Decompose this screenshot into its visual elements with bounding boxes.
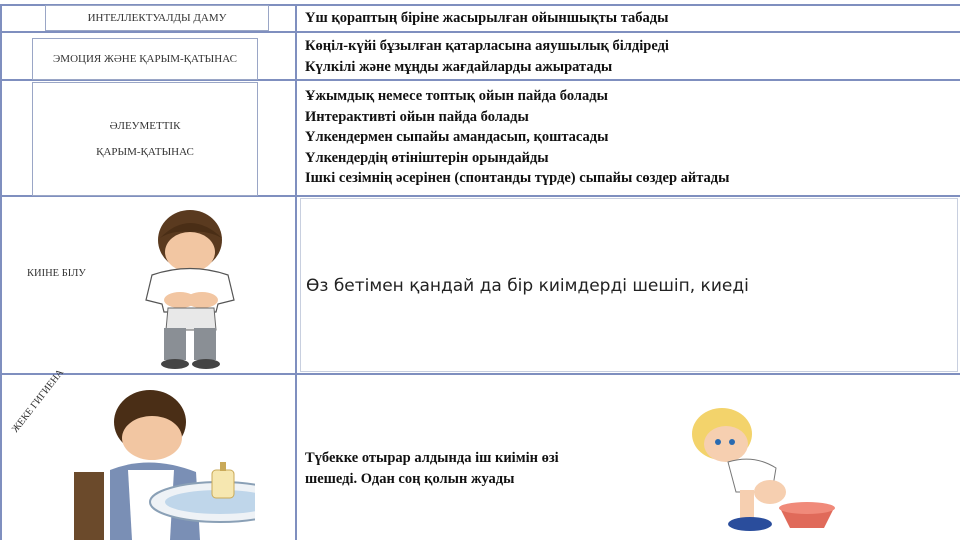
line: Интерактивті ойын пайда болады xyxy=(305,108,529,125)
label-emotion: ЭМОЦИЯ ЖӘНЕ ҚАРЫМ-ҚАТЫНАС xyxy=(32,38,258,80)
line: Ұжымдық немесе топтық ойын пайда болады xyxy=(305,88,608,104)
grid-line-left xyxy=(0,4,2,540)
label-social-line2: ҚАРЫМ-ҚАТЫНАС xyxy=(96,146,194,158)
boy-washing-hands-illustration xyxy=(74,390,255,540)
label-dressing: КИІНЕ БІЛУ xyxy=(27,268,86,279)
line: Үш қораптың біріне жасырылған ойыншықты … xyxy=(305,10,669,26)
label-hygiene: ЖЕКЕ ГИГИЕНА xyxy=(10,367,67,435)
slide: ИНТЕЛЛЕКТУАЛДЫ ДАМУ Үш қораптың біріне ж… xyxy=(0,0,960,540)
content-intellectual: Үш қораптың біріне жасырылған ойыншықты … xyxy=(305,8,668,29)
line: Үлкендермен сыпайы амандасып, қоштасады xyxy=(305,129,609,145)
label-emotion-text: ЭМОЦИЯ ЖӘНЕ ҚАРЫМ-ҚАТЫНАС xyxy=(53,52,237,65)
label-social-line1: ӘЛЕУМЕТТІК xyxy=(109,119,181,132)
content-hygiene: Түбекке отырар алдында іш киімін өзі шеш… xyxy=(305,448,559,489)
label-social: ӘЛЕУМЕТТІК ҚАРЫМ-ҚАТЫНАС xyxy=(32,82,258,196)
line: Түбекке отырар алдында іш киімін өзі xyxy=(305,450,559,466)
content-dressing: Өз бетімен қандай да бір киімдерді шешіп… xyxy=(306,276,749,296)
line: Үлкендердің өтініштерін орындайды xyxy=(305,149,549,166)
grid-line-4 xyxy=(0,373,960,375)
grid-line-center xyxy=(295,4,297,540)
content-emotion: Көңіл-күйі бұзылған қатарласына аяушылық… xyxy=(305,36,669,77)
line: Көңіл-күйі бұзылған қатарласына аяушылық… xyxy=(305,38,669,54)
line: Күлкілі және мұңды жағдайларды ажыратады xyxy=(305,58,613,75)
content-social: Ұжымдық немесе топтық ойын пайда болады … xyxy=(305,86,729,189)
label-intellectual: ИНТЕЛЛЕКТУАЛДЫ ДАМУ xyxy=(45,5,269,31)
line: шешеді. Одан соң қолын жуады xyxy=(305,470,515,487)
boy-potty-illustration xyxy=(692,408,835,531)
boy-dressing-illustration xyxy=(145,210,235,369)
grid-line-1 xyxy=(0,31,960,33)
label-intellectual-text: ИНТЕЛЛЕКТУАЛДЫ ДАМУ xyxy=(87,11,227,24)
line: Ішкі сезімнің әсерінен (спонтанды түрде)… xyxy=(305,170,730,186)
